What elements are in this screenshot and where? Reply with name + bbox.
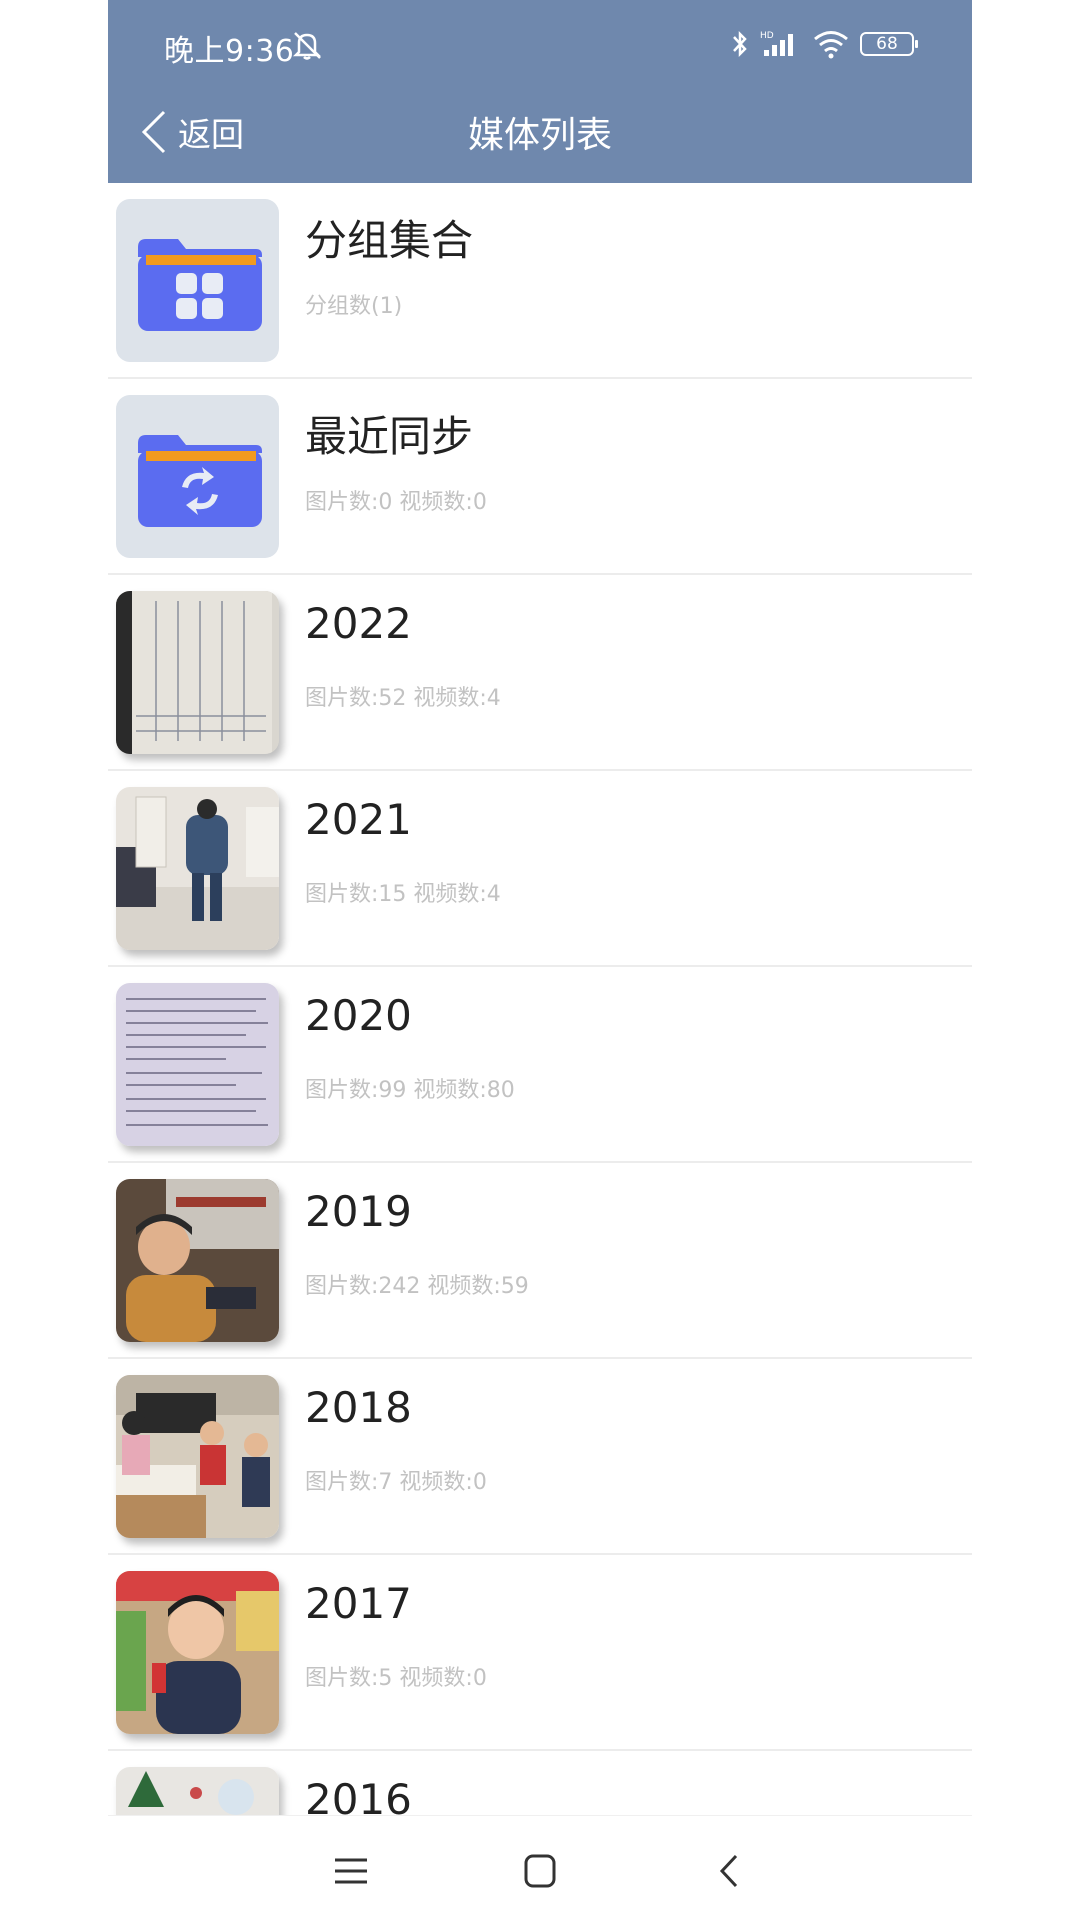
wifi-icon [814, 31, 848, 59]
photo-notes [116, 591, 279, 754]
list-item-2021[interactable]: 2021 图片数:15 视频数:4 [108, 771, 972, 967]
system-nav-bar [108, 1815, 972, 1920]
item-title: 2021 [305, 795, 412, 844]
item-subtitle: 图片数:52 视频数:4 [305, 686, 501, 711]
list-item-group-collection[interactable]: 分组集合 分组数(1) [108, 183, 972, 379]
item-subtitle: 图片数:0 视频数:0 [305, 490, 487, 515]
item-title: 2017 [305, 1579, 412, 1628]
item-subtitle: 分组数(1) [305, 294, 403, 319]
media-list-screen: 晚上9:36 HD 68 返回 媒体列表 分组集合 分组数(1) 最近同步 图片… [108, 0, 972, 1920]
item-title: 2018 [305, 1383, 412, 1432]
photo-wall [116, 1767, 279, 1815]
item-subtitle: 图片数:5 视频数:0 [305, 1666, 487, 1691]
list-item-recent-sync[interactable]: 最近同步 图片数:0 视频数:0 [108, 379, 972, 575]
status-time: 晚上9:36 [164, 34, 295, 69]
item-title: 2016 [305, 1775, 412, 1815]
list-item-2022[interactable]: 2022 图片数:52 视频数:4 [108, 575, 972, 771]
photo-child [116, 1179, 279, 1342]
page-title: 媒体列表 [467, 115, 612, 156]
photo-document [116, 983, 279, 1146]
app-header: 晚上9:36 HD 68 返回 媒体列表 [108, 0, 972, 183]
item-title: 2020 [305, 991, 412, 1040]
nav-bar: 返回 媒体列表 [108, 92, 972, 183]
list-item-2018[interactable]: 2018 图片数:7 视频数:0 [108, 1359, 972, 1555]
list-item-2020[interactable]: 2020 图片数:99 视频数:80 [108, 967, 972, 1163]
status-icons: HD 68 [730, 28, 918, 60]
home-icon[interactable] [510, 1846, 570, 1896]
status-bar: 晚上9:36 HD 68 [108, 0, 972, 92]
item-title: 2019 [305, 1187, 412, 1236]
back-nav-icon[interactable] [700, 1846, 760, 1896]
hd-signal-icon: HD [760, 31, 793, 56]
photo-room [116, 787, 279, 950]
photo-classroom [116, 1375, 279, 1538]
media-list[interactable]: 分组集合 分组数(1) 最近同步 图片数:0 视频数:0 2022 图片数:52… [108, 183, 972, 1815]
item-subtitle: 图片数:99 视频数:80 [305, 1078, 515, 1103]
item-title: 2022 [305, 599, 412, 648]
item-title: 最近同步 [305, 412, 474, 461]
item-subtitle: 图片数:242 视频数:59 [305, 1274, 529, 1299]
menu-icon[interactable] [321, 1846, 381, 1896]
bluetooth-icon [733, 30, 747, 58]
list-item-2016[interactable]: 2016 [108, 1751, 972, 1815]
list-item-2017[interactable]: 2017 图片数:5 视频数:0 [108, 1555, 972, 1751]
mute-bell-icon [290, 28, 324, 66]
item-title: 分组集合 [305, 216, 474, 265]
item-subtitle: 图片数:7 视频数:0 [305, 1470, 487, 1495]
item-subtitle: 图片数:15 视频数:4 [305, 882, 501, 907]
svg-text:HD: HD [760, 31, 774, 41]
photo-boy [116, 1571, 279, 1734]
battery-icon: 68 [860, 32, 918, 56]
folder-grid-icon [116, 199, 279, 362]
list-item-2019[interactable]: 2019 图片数:242 视频数:59 [108, 1163, 972, 1359]
folder-sync-icon [116, 395, 279, 558]
